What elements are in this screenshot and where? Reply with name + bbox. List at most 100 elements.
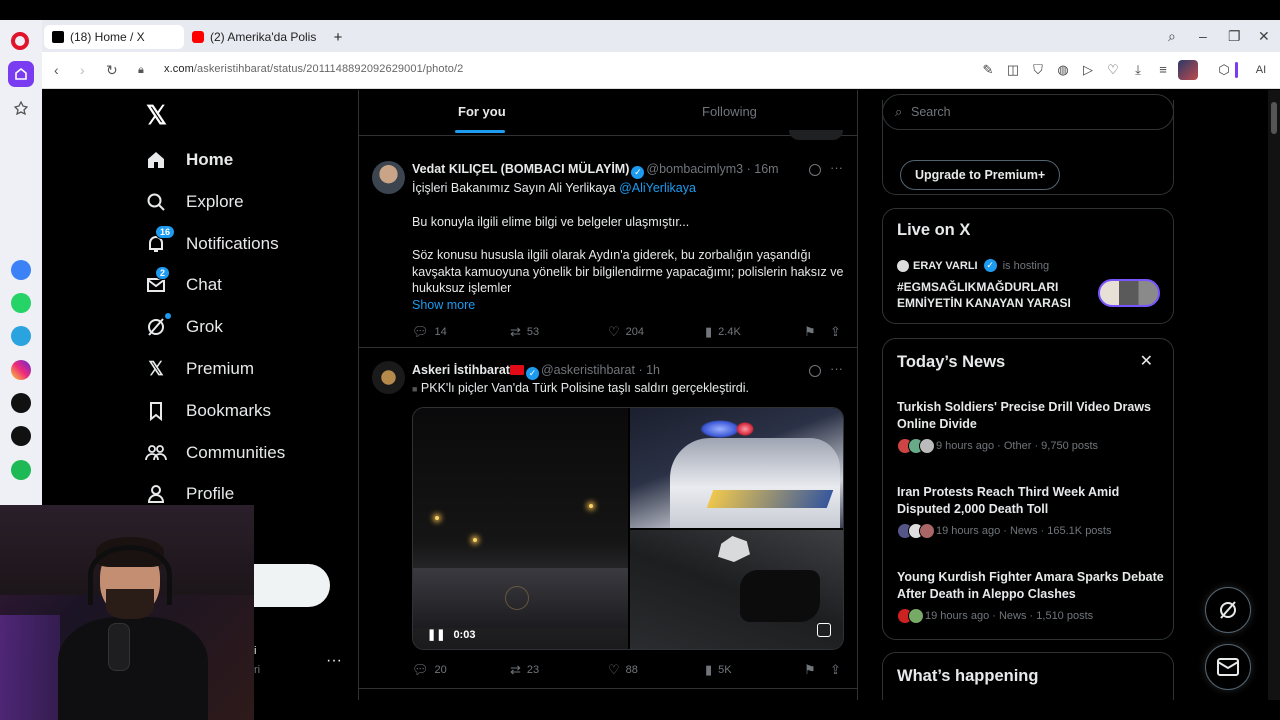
reply-button[interactable]: 💬︎ 20 (412, 662, 447, 678)
whatsapp-icon[interactable] (11, 293, 31, 313)
repost-button[interactable]: ⇄ 53 (510, 324, 539, 340)
more-icon[interactable]: ··· (830, 160, 843, 175)
tab-youtube[interactable]: (2) Amerika'da Polis Her Ş (184, 25, 324, 49)
avatar[interactable] (372, 361, 405, 394)
chart-icon: ▮ (705, 324, 713, 339)
home-icon[interactable] (8, 61, 34, 87)
nav-chat[interactable]: 2 Chat (144, 265, 222, 305)
page-scrollbar[interactable] (1268, 90, 1280, 700)
photo-broken-mirror[interactable] (630, 530, 843, 649)
back-button[interactable]: ‹ (54, 62, 59, 78)
messenger-icon[interactable] (11, 260, 31, 280)
forward-button[interactable]: › (80, 62, 85, 78)
photo-police-car[interactable] (630, 408, 843, 528)
heart-icon[interactable]: ♡ (1105, 62, 1121, 78)
scrollbar-thumb[interactable] (1271, 102, 1277, 134)
news-meta: 19 hours ago · News · 1,510 posts (897, 608, 1165, 624)
nav-communities[interactable]: Communities (144, 433, 285, 473)
play-icon[interactable]: ▷ (1080, 62, 1096, 78)
nav-grok[interactable]: Grok (144, 307, 223, 347)
tab-following[interactable]: Following (702, 104, 757, 119)
account-name-partial[interactable]: i (254, 645, 256, 657)
tab-for-you[interactable]: For you (458, 104, 506, 119)
maximize-button[interactable]: ❐ (1228, 28, 1241, 45)
menu-icon[interactable]: ≡ (1155, 62, 1171, 78)
grok-fab-button[interactable] (1205, 587, 1251, 633)
ai-button[interactable]: AI (1248, 62, 1274, 78)
url-field[interactable]: x.com/askeristihbarat/status/20111488920… (164, 63, 463, 75)
author-handle[interactable]: @bombacimlym3 (646, 162, 743, 176)
new-tab-button[interactable]: + (328, 25, 348, 49)
extension-icon[interactable]: ⬡ (1216, 62, 1232, 78)
nav-premium[interactable]: 𝕏 Premium (144, 349, 254, 389)
news-headline: Young Kurdish Fighter Amara Sparks Debat… (897, 570, 1164, 601)
media-grid[interactable]: ❚❚ 0:03 (412, 407, 844, 650)
pinboard-icon[interactable] (8, 95, 34, 121)
upgrade-premium-button[interactable]: Upgrade to Premium+ (900, 160, 1061, 190)
profile-avatar[interactable] (1178, 60, 1198, 80)
reply-icon: 💬︎ (412, 662, 429, 677)
author-name[interactable]: Askeri İstihbarat (412, 363, 510, 377)
download-icon[interactable]: ⤓ (1130, 62, 1146, 78)
opera-logo-icon[interactable] (11, 32, 29, 50)
tiktok-icon[interactable] (11, 393, 31, 413)
news-item[interactable]: Turkish Soldiers' Precise Drill Video Dr… (897, 399, 1165, 454)
author-handle[interactable]: @askeristihbarat (541, 363, 635, 377)
tweet-time[interactable]: · 16m (747, 162, 779, 176)
close-window-button[interactable]: ✕ (1258, 28, 1270, 45)
bookmark-button[interactable]: ⚑ (804, 324, 816, 340)
like-button[interactable]: ♡ 204 (608, 324, 644, 340)
avatar[interactable] (372, 161, 405, 194)
tweet-time[interactable]: · 1h (638, 363, 660, 377)
new-posts-pill[interactable] (789, 130, 843, 140)
space-title[interactable]: #EGMSAĞLIKMAĞDURLARI EMNİYETİN KANAYAN Y… (897, 279, 1097, 311)
tweet[interactable]: Vedat KILIÇEL (BOMBACI MÜLAYİM) ✓ @bombaci… (359, 148, 857, 348)
share-button[interactable]: ⇪ (830, 662, 841, 678)
author-name[interactable]: Vedat KILIÇEL (BOMBACI MÜLAYİM) (412, 162, 629, 176)
views-button[interactable]: ▮ 5K (705, 662, 732, 678)
camera-icon[interactable]: ◫ (1005, 62, 1021, 78)
account-handle-partial[interactable]: ri (254, 664, 260, 676)
video-controls[interactable]: ❚❚ 0:03 (427, 628, 475, 642)
bookmark-button[interactable]: ⚑ (804, 662, 816, 678)
pause-icon[interactable]: ❚❚ (427, 628, 445, 641)
search-input[interactable]: ⌕ Search (882, 94, 1174, 130)
vpn-icon[interactable]: ◍ (1055, 62, 1071, 78)
webcam-light (0, 615, 60, 720)
close-icon[interactable]: ✕ (1140, 351, 1153, 371)
nav-bookmarks[interactable]: Bookmarks (144, 391, 271, 431)
news-item[interactable]: Iran Protests Reach Third Week Amid Disp… (897, 484, 1165, 539)
nav-explore[interactable]: Explore (144, 182, 244, 222)
reply-button[interactable]: 💬︎ 14 (412, 324, 447, 340)
live-card[interactable]: Live on X ERAY VARLI ✓ is hosting #EGMSA… (882, 208, 1174, 324)
reload-button[interactable]: ↻ (106, 62, 118, 79)
instagram-icon[interactable] (11, 360, 31, 380)
repost-button[interactable]: ⇄ 23 (510, 662, 539, 678)
send-icon[interactable]: ✎ (980, 62, 996, 78)
nav-home[interactable]: Home (144, 140, 233, 180)
minimize-button[interactable]: – (1199, 28, 1207, 44)
more-icon[interactable]: ··· (830, 361, 843, 376)
mention-link[interactable]: @AliYerlikaya (619, 181, 696, 195)
alt-text-icon[interactable] (817, 623, 831, 637)
spotify-icon[interactable] (11, 460, 31, 480)
telegram-icon[interactable] (11, 326, 31, 346)
tweet[interactable]: Askeri İstihbarat ✓ @askeristihbarat · 1h … (359, 349, 857, 689)
nav-notifications[interactable]: 16 Notifications (144, 224, 279, 264)
tab-search-icon[interactable]: ⌕ (1168, 28, 1176, 45)
live-host[interactable]: ERAY VARLI ✓ is hosting (897, 259, 1049, 272)
video-thumbnail[interactable]: ❚❚ 0:03 (413, 408, 628, 649)
share-button[interactable]: ⇪ (830, 324, 841, 340)
x-app-icon[interactable] (11, 426, 31, 446)
account-more-icon[interactable]: ··· (326, 652, 342, 670)
like-button[interactable]: ♡ 88 (608, 662, 638, 678)
x-logo-icon[interactable]: 𝕏 (146, 100, 167, 131)
messages-fab-button[interactable] (1205, 644, 1251, 690)
grok-icon[interactable] (809, 365, 821, 377)
news-item[interactable]: Young Kurdish Fighter Amara Sparks Debat… (897, 569, 1165, 624)
views-button[interactable]: ▮ 2.4K (705, 324, 741, 340)
tab-x-home[interactable]: (18) Home / X (44, 25, 184, 49)
grok-icon[interactable] (809, 164, 821, 176)
show-more-link[interactable]: Show more (412, 298, 475, 312)
shield-icon[interactable]: ⛉ (1030, 62, 1046, 78)
